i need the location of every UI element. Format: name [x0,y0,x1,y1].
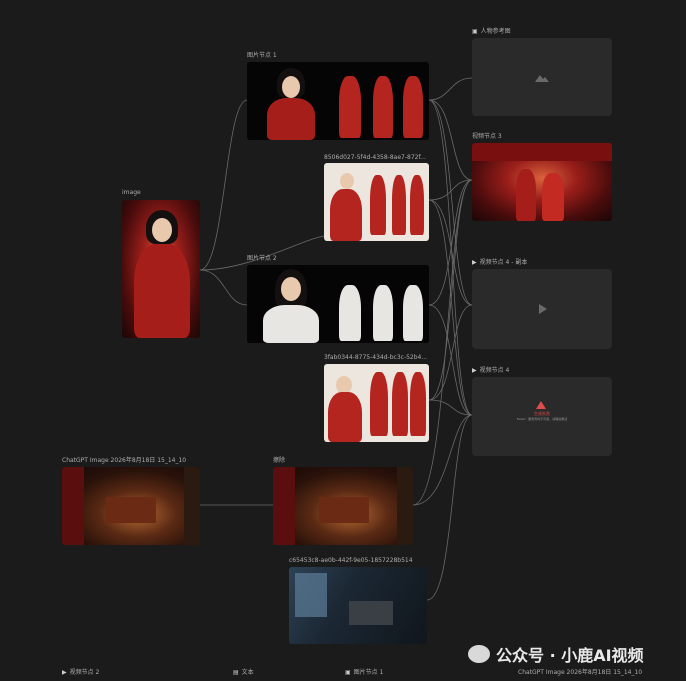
play-icon: ▶ [472,367,477,374]
figure-face [282,76,300,98]
image-node-chatgpt[interactable] [62,467,200,545]
image-node-2[interactable] [247,265,429,343]
warning-icon [536,401,546,409]
play-placeholder-icon [539,304,547,314]
curtain-right [397,467,413,545]
node-label-video-4-copy: ▶ 视频节点 4 - 副本 [472,259,527,267]
image-node-file-2[interactable] [324,364,429,442]
figure-side [392,175,406,235]
figure-back [410,175,424,235]
node-label-image: image [122,189,141,197]
node-label-character-ref: ▣ 人物参考图 [472,28,511,36]
node-title: 视频节点 4 - 副本 [479,259,528,266]
node-label-video-3: 视频节点 3 [472,133,502,141]
wire [199,269,248,306]
image-node-file-3[interactable] [289,567,427,644]
bottom-item-text[interactable]: ▤ 文本 [233,669,254,677]
node-label-image-2: 图片节点 2 [247,255,277,263]
wire [428,99,473,181]
bottom-item-label: 视频节点 2 [69,669,100,676]
window [295,573,327,617]
curtain-left [62,467,84,545]
play-icon: ▶ [472,259,477,266]
node-title: 3fab0344-8775-434d-bc3c-52b4... [324,354,428,361]
image-node-character-ref[interactable] [472,38,612,116]
image-icon: ▣ [345,669,351,676]
figure-back [403,285,423,341]
bottom-item-label: 图片节点 1 [353,669,384,676]
figure-front [370,175,386,235]
curtain-left [273,467,295,545]
node-label-chatgpt: ChatGPT Image 2026年8月18日 15_14_10 [62,457,186,465]
bottom-item-label: ChatGPT Image 2026年8月18日 15_14_10 [518,669,643,676]
curtain-right [184,467,200,545]
node-title: 视频节点 3 [472,133,502,140]
image-node-1[interactable] [247,62,429,140]
bed [349,601,393,625]
node-title: 8506d027-5f4d-4358-8ae7-872f... [324,154,426,161]
figure-side [392,372,408,436]
video-node-4-copy[interactable] [472,269,612,349]
figure-dress [330,189,362,241]
wire [428,99,473,416]
figure-dress [134,244,190,338]
node-label-file-2: 3fab0344-8775-434d-bc3c-52b4... [324,354,427,362]
node-title: ChatGPT Image 2026年8月18日 15_14_10 [62,457,187,464]
image-placeholder-icon [535,75,549,82]
error-detail: Failed · 服务暂时不可用，请稍后重试 [516,417,568,421]
wechat-icon [468,645,490,663]
play-icon: ▶ [62,669,67,676]
node-title: 人物参考图 [480,28,511,35]
bottom-item-video-2[interactable]: ▶ 视频节点 2 [62,669,99,677]
node-label-image-1: 图片节点 1 [247,52,277,60]
wire [428,179,473,306]
bed [319,497,369,523]
node-title: 图片节点 2 [247,255,277,262]
figure-bride [542,173,564,221]
bottom-item-label: 文本 [241,669,254,676]
wire [426,414,473,601]
node-label-video-4: ▶ 视频节点 4 [472,367,509,375]
wire [428,77,473,101]
watermark: 公众号 · 小鹿AI视频 [468,642,644,666]
figure-face [281,277,301,301]
bed [106,497,156,523]
figure-front [339,285,361,341]
bottom-item-image-1[interactable]: ▣ 图片节点 1 [345,669,383,677]
figure-robe [263,305,319,343]
figure-dress [328,392,362,442]
figure-side [373,285,393,341]
video-node-3[interactable] [472,143,612,221]
bottom-item-chatgpt[interactable]: ChatGPT Image 2026年8月18日 15_14_10 [518,669,642,677]
image-node-file-1[interactable] [324,163,429,241]
figure-face [152,218,172,242]
node-title: c65453c8-ae0b-442f-9e05-1857228b514 [289,557,413,564]
figure-back [410,372,426,436]
node-title: 视频节点 4 [479,367,510,374]
figure-front [339,76,361,138]
node-title: 擦除 [273,457,286,464]
node-label-delete: 擦除 [273,457,285,465]
figure-front [370,372,388,436]
image-icon: ▣ [472,28,478,35]
node-title: 图片节点 1 [247,52,277,59]
image-node-input[interactable] [122,200,200,338]
text-icon: ▤ [233,669,239,676]
wire [199,99,248,271]
canopy [472,143,612,161]
image-node-delete[interactable] [273,467,413,545]
watermark-text: 公众号 · 小鹿AI视频 [496,646,644,665]
node-title: image [122,189,141,196]
figure-face [340,173,354,189]
figure-groom [516,169,536,221]
figure-dress [267,98,315,140]
node-label-file-1: 8506d027-5f4d-4358-8ae7-872f... [324,154,426,162]
node-label-file-3: c65453c8-ae0b-442f-9e05-1857228b514 [289,557,413,565]
figure-back [403,76,423,138]
figure-side [373,76,393,138]
